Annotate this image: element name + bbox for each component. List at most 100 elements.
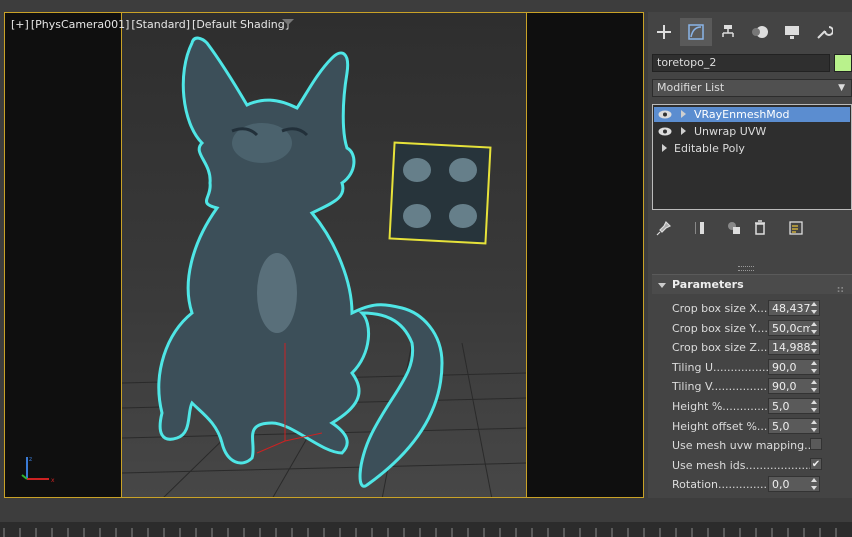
tab-hierarchy[interactable] [712,18,744,46]
perspective-viewport[interactable]: [+] [PhysCamera001] [Standard] [Default Sha… [4,12,644,498]
param-label: Height %............. [672,400,768,413]
spinner-arrows-icon[interactable] [811,302,817,314]
tab-display[interactable] [776,18,808,46]
param-row: Height %............. 5,0 [672,398,852,416]
param-spinner[interactable]: 5,0 [768,398,820,414]
time-slider-track[interactable] [0,522,852,537]
spinner-value[interactable]: 48,4376 [772,302,810,315]
chevron-down-icon: ▼ [838,83,845,93]
tab-utilities[interactable] [808,18,840,46]
stack-item-editable-poly[interactable]: Editable Poly [654,141,850,156]
param-row: Tiling U................ 90,0 [672,358,852,377]
make-unique-icon[interactable] [726,220,742,236]
spinner-value[interactable]: 0,0 [772,478,810,491]
eye-icon[interactable] [658,127,672,136]
param-spinner[interactable]: 50,0cm [768,319,820,336]
param-label: Rotation............... [672,478,771,492]
remove-modifier-icon[interactable] [752,220,768,236]
param-row: Tiling V................ 90,0 [672,378,852,396]
spinner-arrows-icon[interactable] [811,380,817,393]
stack-item-vrayenmeshmod[interactable]: VRayEnmeshMod [654,107,850,122]
param-label: Tiling V................ [672,380,768,394]
spinner-arrows-icon[interactable] [811,321,817,334]
param-label: Height offset %...... [672,419,778,433]
param-row: Crop box size Y..... 50,0cm [672,319,852,338]
parameters-rollout-header[interactable]: Parameters :: [652,274,852,295]
viewport-menu-shading[interactable]: [Default Shading] [192,18,289,31]
param-label: Crop box size Z..... [672,341,775,355]
viewport-menu-mode[interactable]: [Standard] [131,18,190,31]
param-spinner[interactable]: 90,0 [768,378,820,395]
object-color-swatch[interactable] [834,54,852,72]
pin-icon[interactable] [656,220,672,236]
expand-arrow-icon[interactable] [662,144,667,152]
rollout-title: Parameters [672,278,744,291]
modifier-stack[interactable]: VRayEnmeshMod Unwrap UVW Editable Poly [652,104,852,210]
stack-toolbar [652,218,852,240]
param-label: Crop box size X..... [672,302,775,315]
stack-item-label: Editable Poly [674,142,745,155]
expand-arrow-icon[interactable] [681,127,686,135]
svg-text:z: z [29,456,32,463]
param-label: Crop box size Y..... [672,321,772,335]
texture-plane [388,141,492,245]
param-row: Crop box size X.....48,4376 [672,300,852,318]
param-spinner[interactable]: 48,4376 [768,300,820,316]
spinner-arrows-icon[interactable] [811,478,817,491]
show-end-result-icon[interactable] [694,220,710,236]
viewport-menu-plus[interactable]: [+] [11,18,29,31]
param-checkbox[interactable] [810,438,822,451]
timeline-ticks [3,528,837,537]
funnel-icon[interactable] [282,18,294,30]
param-row: Use mesh uvw mapping..... [672,437,852,455]
expand-arrow-icon[interactable] [681,110,686,118]
modify-curve-icon [688,24,704,40]
display-monitor-icon [785,26,799,39]
eye-icon[interactable] [658,110,672,119]
param-spinner[interactable]: 90,0 [768,358,820,375]
viewport-label[interactable]: [+] [PhysCamera001] [Standard] [Default Sha… [11,18,291,31]
grip-icon: :: [836,285,844,295]
spinner-arrows-icon[interactable] [811,341,817,354]
spinner-value[interactable]: 14,9886 [772,341,810,354]
modifier-list-dropdown[interactable]: Modifier List ▼ [652,79,852,97]
viewport-menu-camera[interactable]: [PhysCamera001] [31,18,130,31]
spinner-arrows-icon[interactable] [811,419,817,432]
spinner-arrows-icon[interactable] [811,360,817,373]
svg-text:x: x [51,477,55,484]
param-spinner[interactable]: 5,0 [768,417,820,434]
spinner-arrows-icon[interactable] [811,400,817,412]
tab-motion[interactable] [744,18,776,46]
tab-create[interactable] [648,18,680,46]
param-label: Tiling U................ [672,360,769,374]
param-row: Height offset %...... 5,0 [672,417,852,436]
param-spinner[interactable]: 0,0 [768,476,820,493]
command-panel-tabs [648,18,852,46]
param-row: Use mesh ids................... ✔ [672,457,852,475]
wrench-icon [817,26,833,39]
hierarchy-icon [722,25,734,37]
spinner-value[interactable]: 90,0 [772,361,810,374]
spinner-value[interactable]: 90,0 [772,380,810,393]
param-checkbox[interactable]: ✔ [810,457,822,470]
spinner-value[interactable]: 5,0 [772,420,810,433]
command-panel: toretopo_2 Modifier List ▼ VRayEnmeshMod… [648,12,852,498]
modifier-list-label: Modifier List [657,81,725,94]
collapse-arrow-icon [658,283,666,288]
configure-sets-icon[interactable] [788,220,804,236]
stack-item-unwrap-uvw[interactable]: Unwrap UVW [654,124,850,139]
object-name-input[interactable]: toretopo_2 [652,54,830,72]
camera-safe-frame [121,13,527,497]
spinner-value[interactable]: 5,0 [772,400,810,413]
panel-splitter-handle[interactable] [738,266,754,271]
spinner-value[interactable]: 50,0cm [772,322,810,335]
param-label: Use mesh uvw mapping..... [672,439,822,453]
tab-modify[interactable] [680,18,712,46]
scene-render [122,36,526,497]
plus-icon [657,25,671,39]
param-spinner[interactable]: 14,9886 [768,339,820,356]
stack-item-label: VRayEnmeshMod [694,108,790,121]
motion-icon [752,26,768,38]
param-row: Crop box size Z.....14,9886 [672,339,852,357]
fox-mesh [157,36,444,488]
